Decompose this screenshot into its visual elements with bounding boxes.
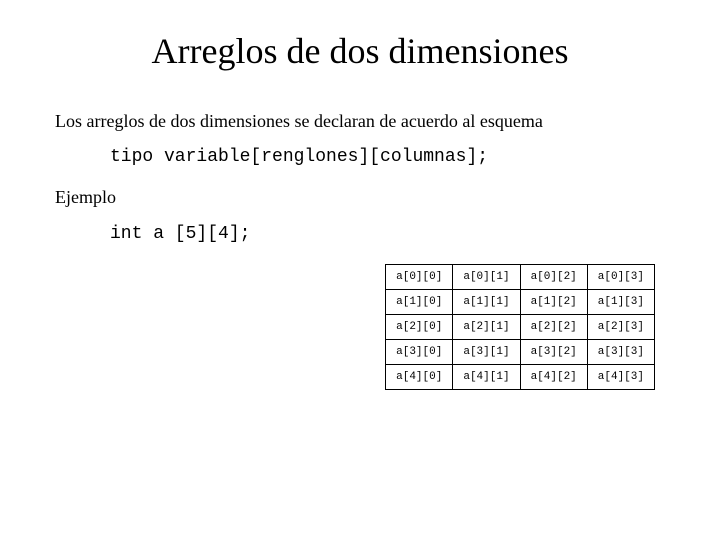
table-cell: a[4][0] (386, 364, 453, 389)
table-cell: a[1][0] (386, 289, 453, 314)
table-cell: a[4][3] (587, 364, 654, 389)
table-cell: a[0][2] (520, 264, 587, 289)
table-row: a[3][0] a[3][1] a[3][2] a[3][3] (386, 339, 655, 364)
table-cell: a[3][1] (453, 339, 520, 364)
table-cell: a[1][3] (587, 289, 654, 314)
table-cell: a[0][1] (453, 264, 520, 289)
example-code: int a [5][4]; (110, 224, 665, 244)
array-table-container: a[0][0] a[0][1] a[0][2] a[0][3] a[1][0] … (55, 264, 665, 390)
table-cell: a[1][1] (453, 289, 520, 314)
intro-text: Los arreglos de dos dimensiones se decla… (55, 110, 665, 133)
table-cell: a[3][3] (587, 339, 654, 364)
table-cell: a[2][2] (520, 314, 587, 339)
page-title: Arreglos de dos dimensiones (55, 30, 665, 72)
example-label: Ejemplo (55, 187, 665, 208)
table-cell: a[4][1] (453, 364, 520, 389)
table-row: a[4][0] a[4][1] a[4][2] a[4][3] (386, 364, 655, 389)
table-row: a[0][0] a[0][1] a[0][2] a[0][3] (386, 264, 655, 289)
table-cell: a[2][0] (386, 314, 453, 339)
table-cell: a[0][3] (587, 264, 654, 289)
syntax-code: tipo variable[renglones][columnas]; (110, 147, 665, 167)
array-index-table: a[0][0] a[0][1] a[0][2] a[0][3] a[1][0] … (385, 264, 655, 390)
table-cell: a[2][1] (453, 314, 520, 339)
table-row: a[1][0] a[1][1] a[1][2] a[1][3] (386, 289, 655, 314)
table-cell: a[3][0] (386, 339, 453, 364)
table-cell: a[0][0] (386, 264, 453, 289)
table-row: a[2][0] a[2][1] a[2][2] a[2][3] (386, 314, 655, 339)
table-cell: a[4][2] (520, 364, 587, 389)
table-cell: a[3][2] (520, 339, 587, 364)
table-cell: a[2][3] (587, 314, 654, 339)
table-cell: a[1][2] (520, 289, 587, 314)
